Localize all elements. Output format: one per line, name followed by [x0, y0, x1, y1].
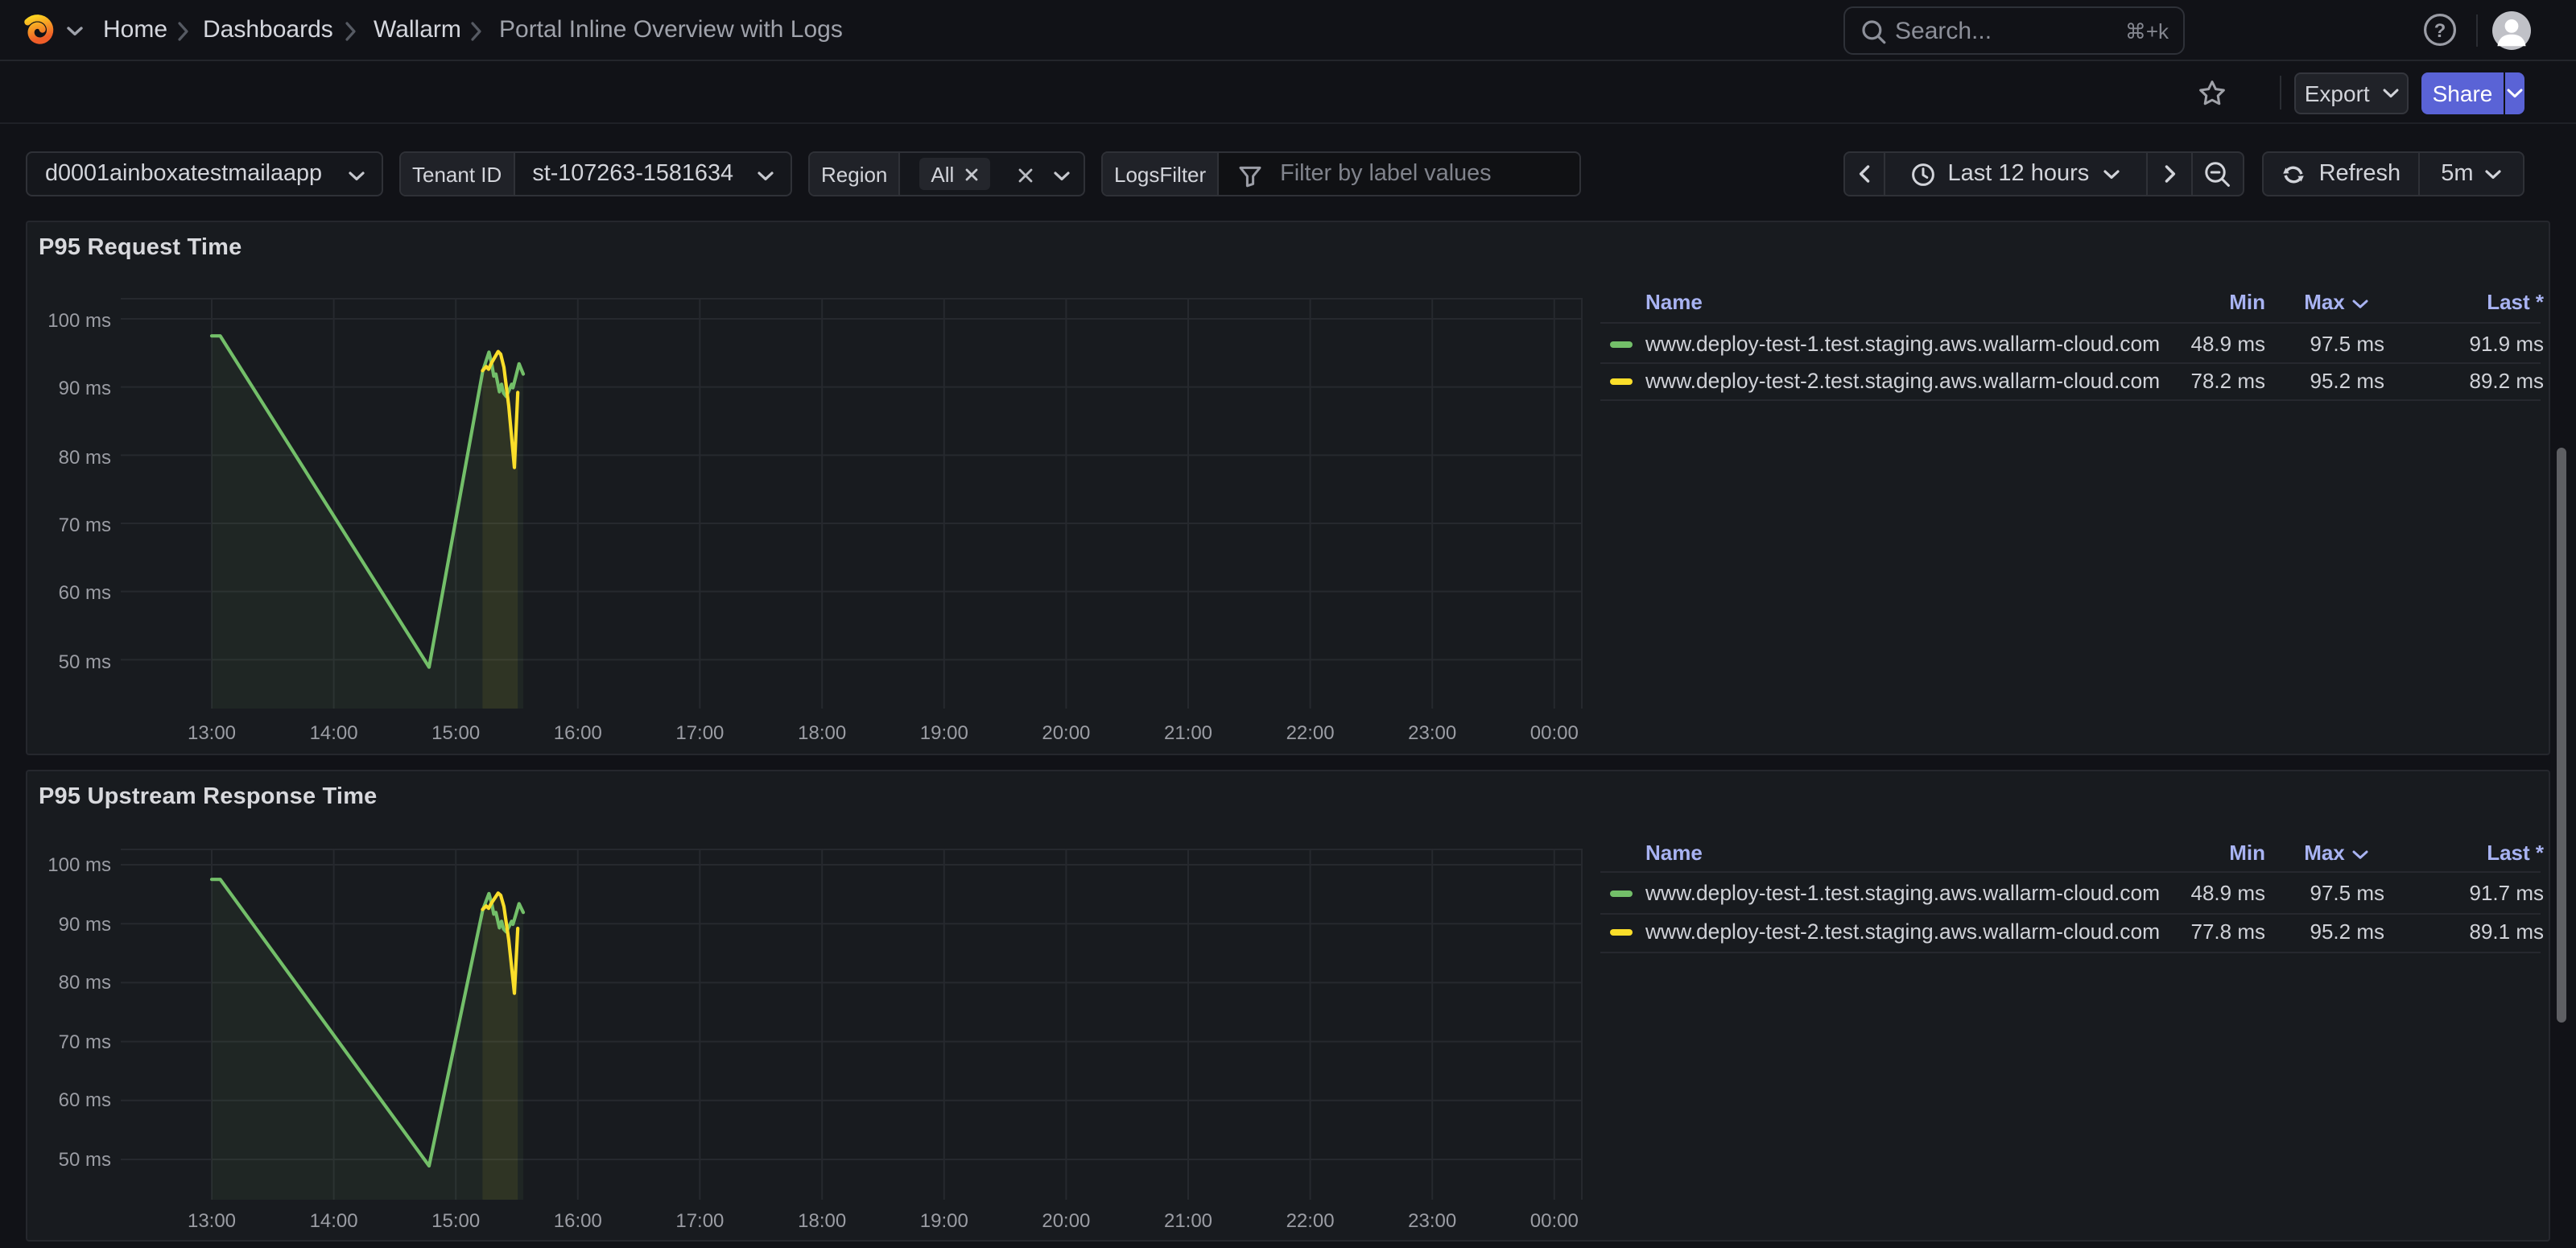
- svg-text:?: ?: [2434, 20, 2446, 42]
